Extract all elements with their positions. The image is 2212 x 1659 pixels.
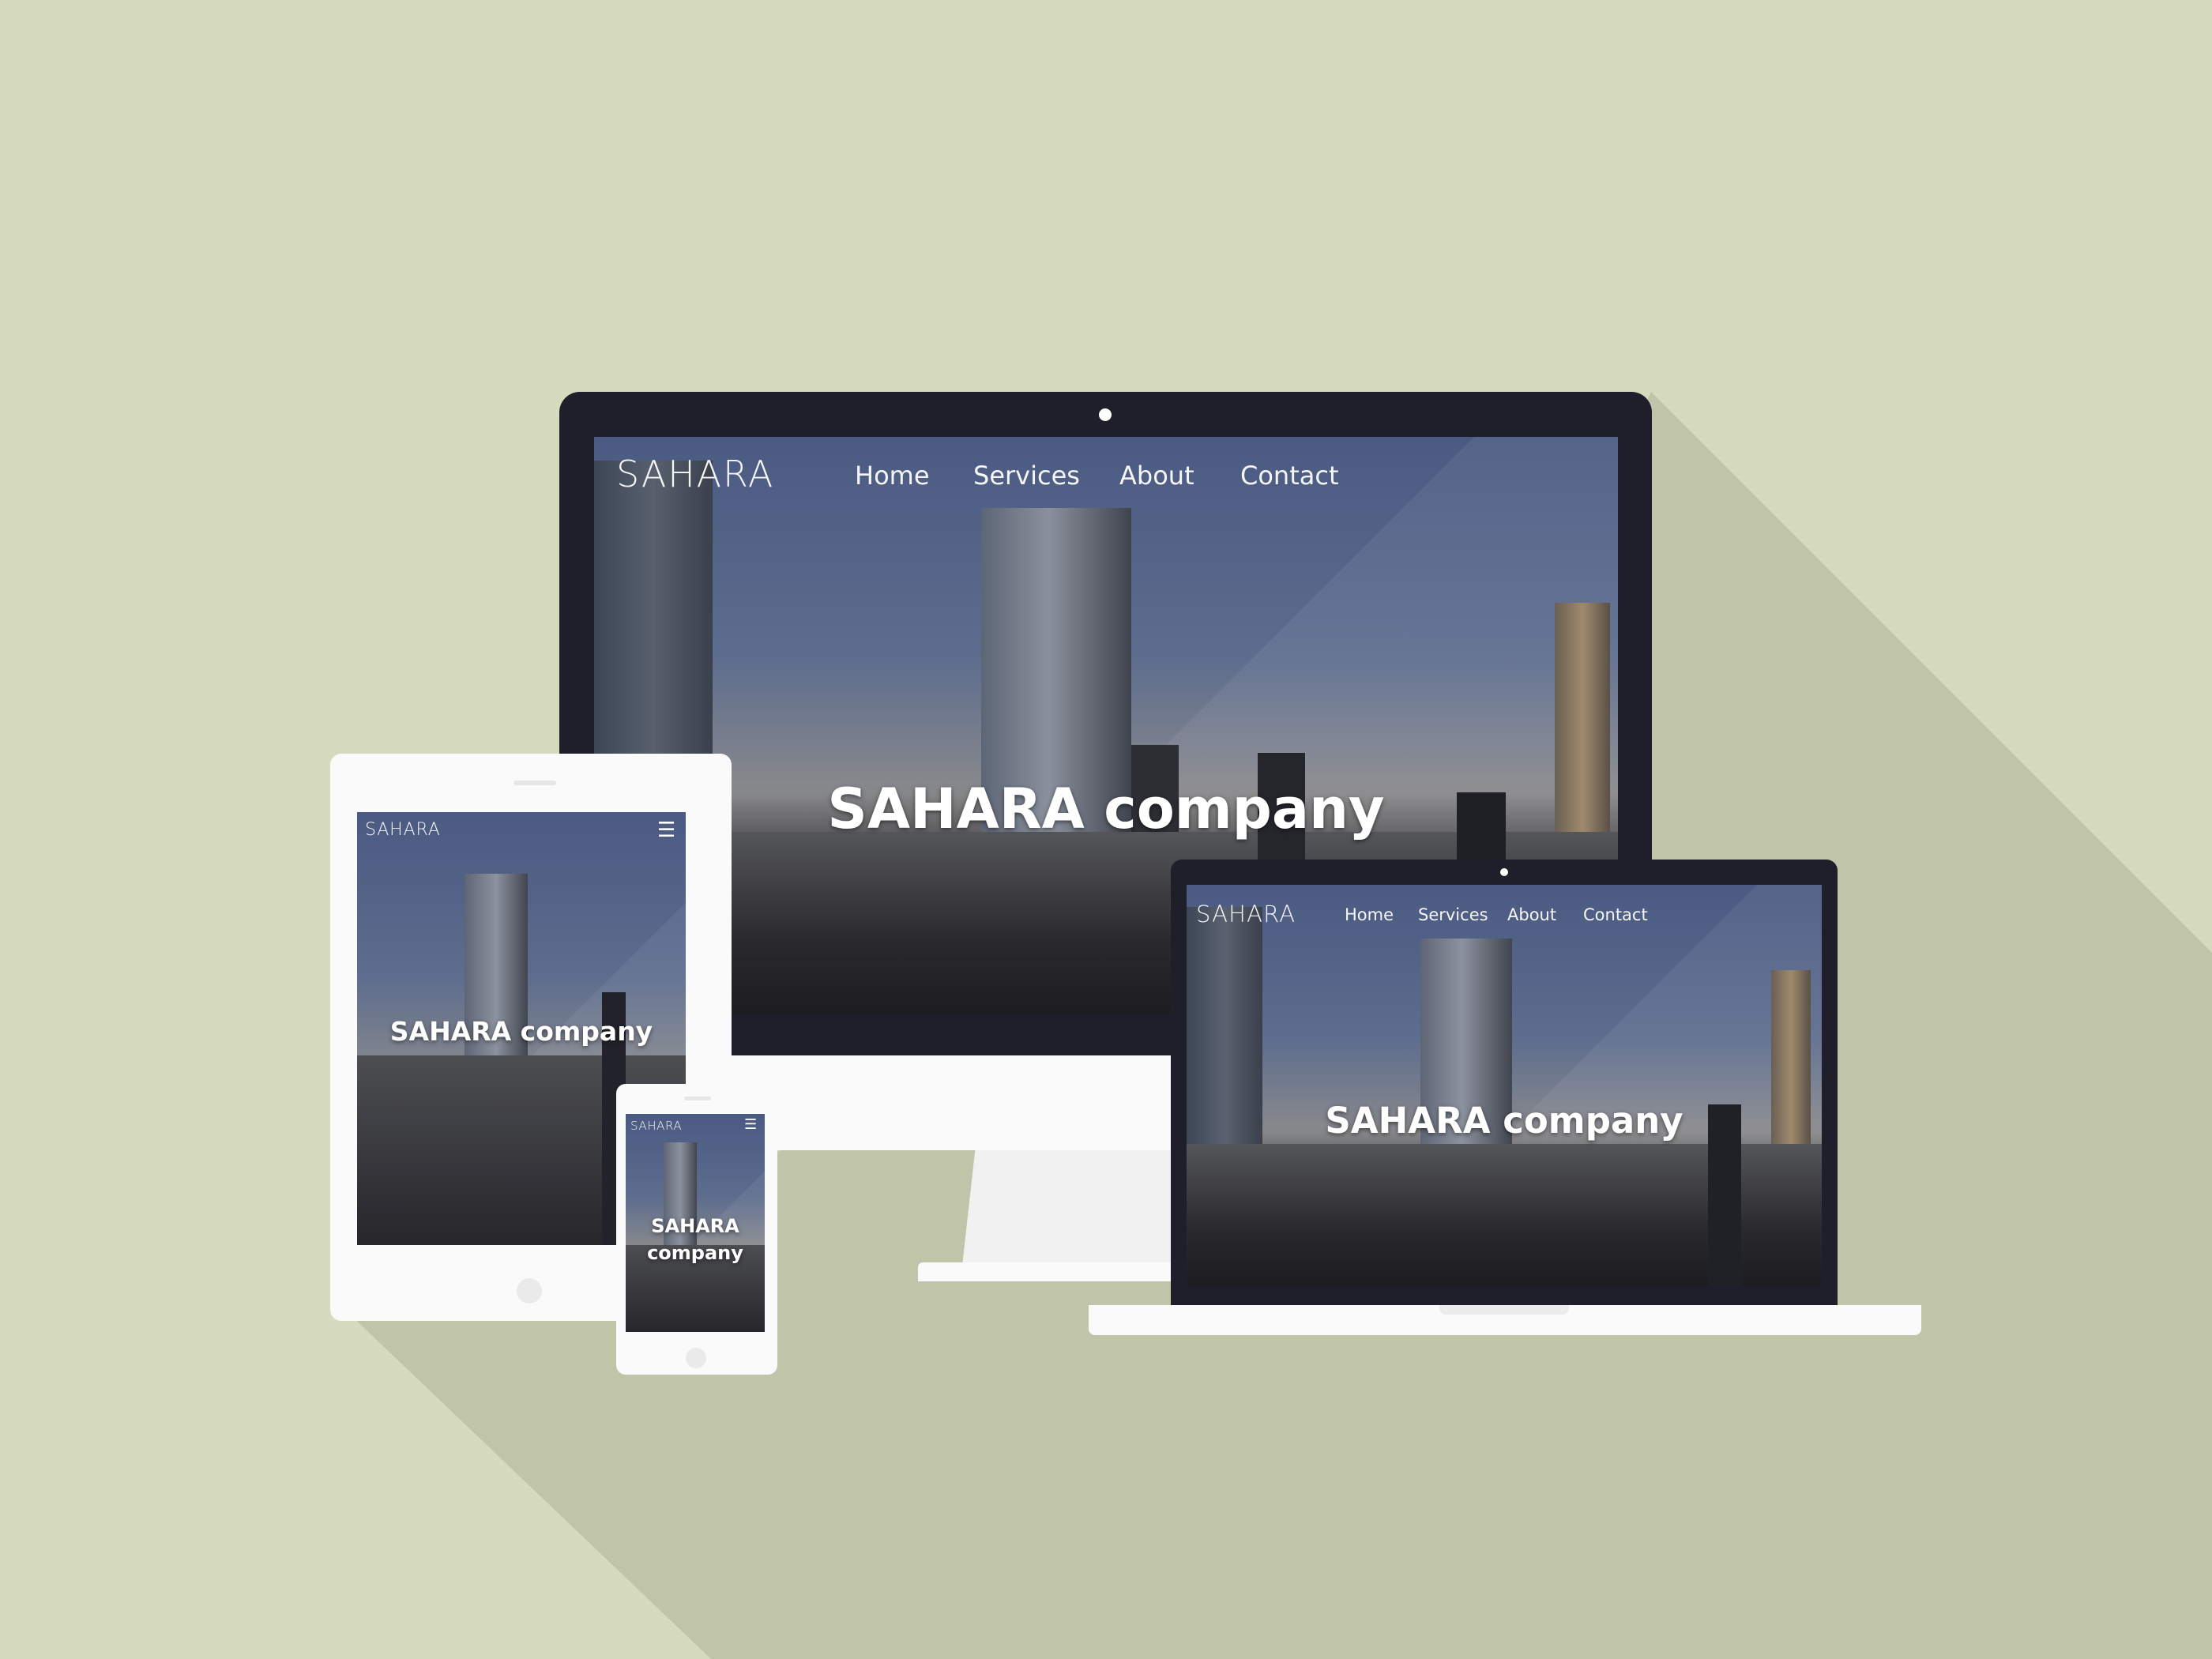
laptop-nav-home[interactable]: Home [1345, 905, 1394, 924]
phone-screen: SAHARA ☰ SAHARA company [626, 1114, 765, 1332]
phone-home-button-icon[interactable] [686, 1348, 706, 1368]
nav-home[interactable]: Home [855, 461, 930, 491]
laptop-camera-dot-icon [1500, 868, 1508, 876]
tablet-speaker [514, 781, 556, 785]
monitor-base [918, 1262, 1210, 1281]
nav-services[interactable]: Services [973, 461, 1080, 491]
tablet-site-logo[interactable]: SAHARA [365, 820, 441, 840]
nav-about[interactable]: About [1119, 461, 1194, 491]
phone-hero-line-2: company [647, 1242, 743, 1264]
tablet-hero-title: SAHARA company [389, 1016, 653, 1047]
laptop-nav-services[interactable]: Services [1418, 905, 1488, 924]
nav-contact[interactable]: Contact [1240, 461, 1339, 491]
hero-title: SAHARA company [827, 777, 1385, 841]
monitor-stand [962, 1150, 1177, 1266]
home-button-icon[interactable] [517, 1278, 542, 1304]
site-logo[interactable]: SAHARA [616, 453, 774, 495]
phone-site-logo[interactable]: SAHARA [630, 1119, 682, 1133]
laptop-nav-contact[interactable]: Contact [1583, 905, 1648, 924]
laptop-nav-about[interactable]: About [1507, 905, 1556, 924]
phone-speaker [684, 1097, 711, 1100]
laptop-site-logo[interactable]: SAHARA [1196, 901, 1296, 927]
phone-hero-line-1: SAHARA [651, 1215, 739, 1237]
camera-dot-icon [1099, 408, 1112, 421]
phone-hamburger-menu-icon[interactable]: ☰ [744, 1118, 757, 1132]
laptop-screen: SAHARA Home Services About Contact SAHAR… [1187, 885, 1822, 1286]
laptop-hero-title: SAHARA company [1325, 1100, 1683, 1142]
laptop-notch [1439, 1305, 1569, 1315]
hamburger-menu-icon[interactable]: ☰ [657, 820, 675, 841]
